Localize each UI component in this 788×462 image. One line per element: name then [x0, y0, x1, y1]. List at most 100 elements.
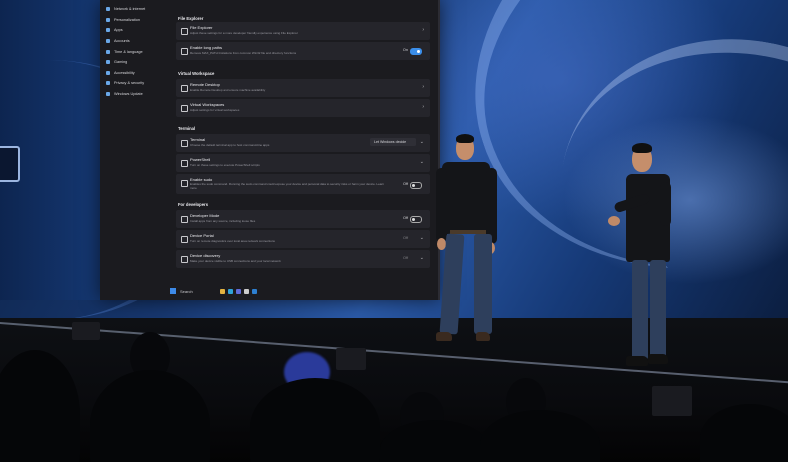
edge-icon[interactable]: [228, 288, 233, 294]
stage-monitor: [72, 322, 100, 340]
sidebar-item-time-language[interactable]: Time & language: [100, 46, 172, 57]
row-title: PowerShell: [190, 157, 211, 162]
toggle-state-label: On: [402, 48, 408, 52]
device-outline-icon: [0, 146, 20, 182]
row-subtitle: Turn on remote diagnostics over local ar…: [190, 239, 275, 243]
terminal-dropdown[interactable]: Let Windows decide: [370, 138, 416, 146]
toggle-state-label: Off: [403, 236, 408, 240]
chevron-right-icon: ›: [422, 27, 424, 33]
setting-row-remote-desktop[interactable]: Remote Desktop Enable Remote Desktop and…: [176, 79, 430, 97]
network-icon: [106, 7, 110, 12]
sidebar-item-personalization[interactable]: Personalization: [100, 15, 172, 26]
sidebar-item-apps[interactable]: Apps: [100, 25, 172, 36]
chevron-right-icon: ›: [422, 104, 424, 110]
setting-row-developer-mode: Developer Mode Install apps from any sou…: [176, 210, 430, 228]
leg: [474, 234, 492, 334]
row-subtitle: Turn on these settings to execute PowerS…: [190, 163, 260, 167]
brush-icon: [106, 17, 110, 22]
row-title: Virtual Workspaces: [190, 102, 225, 107]
folder-icon: [181, 28, 188, 35]
long-paths-toggle[interactable]: [410, 48, 422, 55]
store-icon[interactable]: [236, 288, 241, 294]
row-title: Remote Desktop: [190, 82, 220, 87]
row-title: Terminal: [190, 137, 206, 142]
setting-row-file-explorer[interactable]: File Explorer Adjust these settings for …: [176, 22, 430, 40]
sidebar-item-accounts[interactable]: Accounts: [100, 36, 172, 47]
shoe: [436, 332, 452, 341]
section-title: Virtual Workspace: [178, 71, 215, 76]
virtual-workspace-icon: [181, 105, 188, 112]
taskbar: Search: [170, 285, 340, 297]
update-icon: [106, 92, 110, 97]
path-icon: [181, 48, 188, 55]
setting-row-enable-sudo: Enable sudo Enables the sudo command. Ru…: [176, 174, 430, 194]
terminal-icon[interactable]: [244, 288, 249, 294]
presenter-right: [604, 142, 684, 370]
sidebar-item-privacy[interactable]: Privacy & security: [100, 78, 172, 89]
shield-icon: [106, 81, 110, 86]
leg: [632, 260, 648, 360]
row-subtitle: Adjust these settings for a more develop…: [190, 31, 298, 35]
toggle-knob: [417, 49, 420, 53]
presenter-left: [436, 132, 506, 352]
row-subtitle: Make your device visible to USB connecti…: [190, 259, 281, 263]
settings-sidebar: Network & internet Personalization Apps …: [100, 0, 172, 110]
chevron-down-icon: ⌄: [419, 159, 424, 165]
developer-mode-toggle[interactable]: [410, 216, 422, 223]
setting-row-virtual-workspaces[interactable]: Virtual Workspaces Adjust settings for v…: [176, 99, 430, 117]
clock-icon: [106, 49, 110, 54]
terminal-icon: [181, 140, 188, 147]
row-title: Device discovery: [190, 253, 221, 258]
chevron-down-icon: ⌄: [419, 255, 424, 261]
row-subtitle: Install apps from any source, including …: [190, 219, 256, 223]
sidebar-item-gaming[interactable]: Gaming: [100, 57, 172, 68]
row-subtitle: Remove MAX_PATH limitations from common …: [190, 51, 297, 55]
setting-row-powershell[interactable]: PowerShell Turn on these settings to exe…: [176, 154, 430, 172]
sudo-toggle[interactable]: [410, 182, 422, 189]
sidebar-item-network[interactable]: Network & internet: [100, 4, 172, 15]
arm: [436, 168, 447, 242]
hair: [632, 143, 652, 153]
gamepad-icon: [106, 60, 110, 65]
remote-desktop-icon: [181, 85, 188, 92]
arm: [660, 182, 671, 226]
row-title: Developer Mode: [190, 213, 220, 218]
apps-icon: [106, 28, 110, 33]
stage-scene: Network & internet Personalization Apps …: [0, 0, 788, 462]
windows-logo-icon[interactable]: [170, 288, 176, 294]
section-title: File Explorer: [178, 16, 204, 21]
stage-monitor: [336, 348, 366, 370]
hand: [608, 216, 620, 226]
discovery-icon: [181, 256, 188, 263]
leg: [650, 260, 666, 360]
setting-row-device-portal: Device Portal Turn on remote diagnostics…: [176, 230, 430, 248]
taskbar-search[interactable]: Search: [180, 289, 220, 294]
settings-window: Network & internet Personalization Apps …: [100, 0, 440, 300]
row-subtitle: Choose the default terminal app to host …: [190, 143, 270, 147]
section-title: Terminal: [178, 126, 196, 131]
shoe: [476, 332, 490, 341]
row-title: File Explorer: [190, 25, 213, 30]
toggle-knob: [412, 183, 415, 187]
section-title: For developers: [178, 202, 209, 207]
sudo-icon: [181, 180, 188, 187]
powershell-icon: [181, 160, 188, 167]
row-title: Device Portal: [190, 233, 214, 238]
setting-row-long-paths: Enable long paths Remove MAX_PATH limita…: [176, 42, 430, 60]
setting-row-terminal: Terminal Choose the default terminal app…: [176, 134, 430, 152]
developer-icon: [181, 216, 188, 223]
chevron-right-icon: ›: [422, 84, 424, 90]
row-subtitle: Adjust settings for virtual workspaces: [190, 108, 240, 112]
account-icon: [106, 39, 110, 44]
hair: [456, 134, 474, 143]
sidebar-item-accessibility[interactable]: Accessibility: [100, 68, 172, 79]
toggle-state-label: Off: [403, 216, 408, 220]
row-title: Enable long paths: [190, 45, 223, 50]
vscode-icon[interactable]: [252, 288, 257, 294]
sidebar-item-windows-update[interactable]: Windows Update: [100, 89, 172, 100]
setting-row-device-discovery: Device discovery Make your device visibl…: [176, 250, 430, 268]
file-explorer-icon[interactable]: [220, 288, 225, 294]
torso: [442, 162, 490, 234]
shoe: [648, 354, 668, 364]
chevron-down-icon: ⌄: [419, 235, 424, 241]
